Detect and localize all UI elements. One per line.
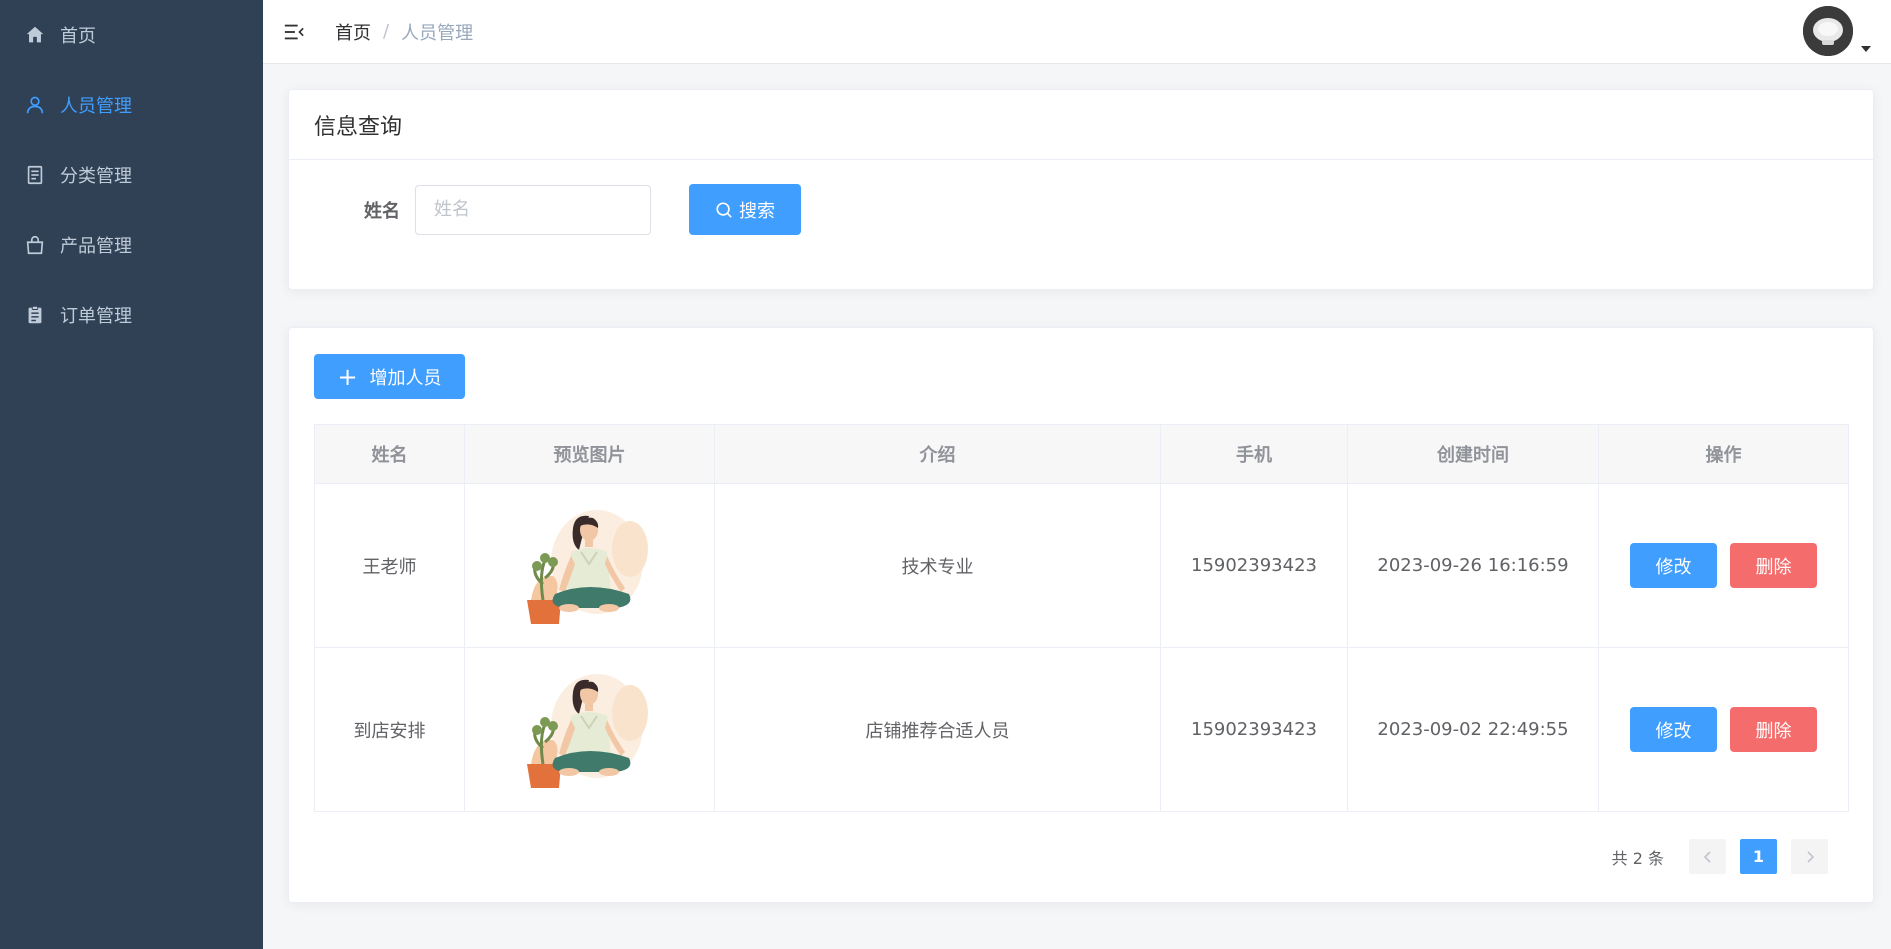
breadcrumb: 首页 / 人员管理 [335, 19, 473, 45]
next-page-button[interactable] [1791, 839, 1828, 874]
page-number-button[interactable]: 1 [1740, 839, 1777, 874]
cell-created: 2023-09-02 22:49:55 [1347, 647, 1599, 812]
cell-intro: 店铺推荐合适人员 [714, 647, 1161, 812]
name-label: 姓名 [364, 200, 400, 222]
delete-button[interactable]: 删除 [1730, 543, 1817, 588]
column-header-name: 姓名 [314, 424, 465, 484]
sidebar-item-label: 首页 [60, 26, 96, 47]
cell-actions: 修改 删除 [1598, 483, 1849, 648]
cell-preview [464, 647, 715, 812]
search-card-title: 信息查询 [289, 90, 1873, 160]
add-staff-button[interactable]: + 增加人员 [314, 354, 465, 399]
column-header-phone: 手机 [1160, 424, 1348, 484]
app-root: 首页 人员管理 分类管理 产品管理 订单管理 首页 / 人员管理 信息查询 姓名… [0, 0, 1891, 949]
chevron-right-icon [1806, 850, 1814, 863]
cell-name: 王老师 [314, 483, 465, 648]
sidebar-item-label: 人员管理 [60, 96, 132, 117]
column-header-created: 创建时间 [1347, 424, 1599, 484]
user-icon [24, 94, 46, 116]
pagination-total: 共 2 条 [1611, 848, 1664, 868]
search-button-label: 搜索 [739, 200, 775, 222]
menu-toggle-icon[interactable] [283, 20, 307, 44]
name-search-input[interactable] [415, 184, 651, 235]
search-icon [716, 201, 732, 218]
search-form: 姓名 搜索 [289, 160, 1873, 235]
clipboard-icon [24, 304, 46, 326]
avatar[interactable] [1803, 6, 1853, 56]
sidebar: 首页 人员管理 分类管理 产品管理 订单管理 [0, 0, 263, 949]
sidebar-item-category[interactable]: 分类管理 [0, 140, 263, 210]
search-button[interactable]: 搜索 [689, 184, 801, 235]
sidebar-item-label: 产品管理 [60, 236, 132, 257]
preview-image[interactable] [525, 668, 655, 792]
table-row: 到店安排 店铺推荐合适人员 15902393423 2023-09-02 22:… [314, 647, 1849, 812]
shopping-bag-icon [24, 234, 46, 256]
breadcrumb-home-link[interactable]: 首页 [335, 19, 371, 45]
home-icon [24, 24, 46, 46]
sidebar-item-order[interactable]: 订单管理 [0, 280, 263, 350]
sidebar-item-label: 分类管理 [60, 166, 132, 187]
top-navbar: 首页 / 人员管理 [263, 0, 1891, 64]
cell-intro: 技术专业 [714, 483, 1161, 648]
chevron-down-icon [1861, 46, 1871, 52]
cell-phone: 15902393423 [1160, 483, 1348, 648]
chevron-left-icon [1703, 850, 1711, 863]
edit-button[interactable]: 修改 [1630, 543, 1717, 588]
staff-table-card: + 增加人员 姓名 预览图片 介绍 手机 创建时间 操作 王老师 技术专业 15… [288, 327, 1874, 903]
plus-icon: + [337, 362, 358, 391]
table-row: 王老师 技术专业 15902393423 2023-09-26 16:16:59… [314, 483, 1849, 648]
cell-phone: 15902393423 [1160, 647, 1348, 812]
cell-name: 到店安排 [314, 647, 465, 812]
robot-avatar-icon [1803, 6, 1853, 56]
column-header-intro: 介绍 [714, 424, 1161, 484]
cell-actions: 修改 删除 [1598, 647, 1849, 812]
prev-page-button[interactable] [1689, 839, 1726, 874]
sidebar-item-label: 订单管理 [60, 306, 132, 327]
cell-preview [464, 483, 715, 648]
sidebar-item-product[interactable]: 产品管理 [0, 210, 263, 280]
add-staff-label: 增加人员 [369, 367, 442, 389]
sidebar-item-home[interactable]: 首页 [0, 0, 263, 70]
edit-button[interactable]: 修改 [1630, 707, 1717, 752]
column-header-preview: 预览图片 [464, 424, 715, 484]
document-icon [24, 164, 46, 186]
breadcrumb-separator: / [383, 21, 390, 42]
delete-button[interactable]: 删除 [1730, 707, 1817, 752]
cell-created: 2023-09-26 16:16:59 [1347, 483, 1599, 648]
pagination: 共 2 条 1 [1612, 839, 1835, 874]
table-header-row: 姓名 预览图片 介绍 手机 创建时间 操作 [314, 424, 1849, 484]
user-avatar-dropdown[interactable] [1803, 6, 1871, 56]
sidebar-item-staff[interactable]: 人员管理 [0, 70, 263, 140]
breadcrumb-current: 人员管理 [401, 22, 474, 44]
preview-image[interactable] [525, 504, 655, 628]
staff-table: 姓名 预览图片 介绍 手机 创建时间 操作 王老师 技术专业 159023934… [314, 424, 1849, 812]
column-header-actions: 操作 [1598, 424, 1849, 484]
search-card: 信息查询 姓名 搜索 [288, 89, 1874, 290]
